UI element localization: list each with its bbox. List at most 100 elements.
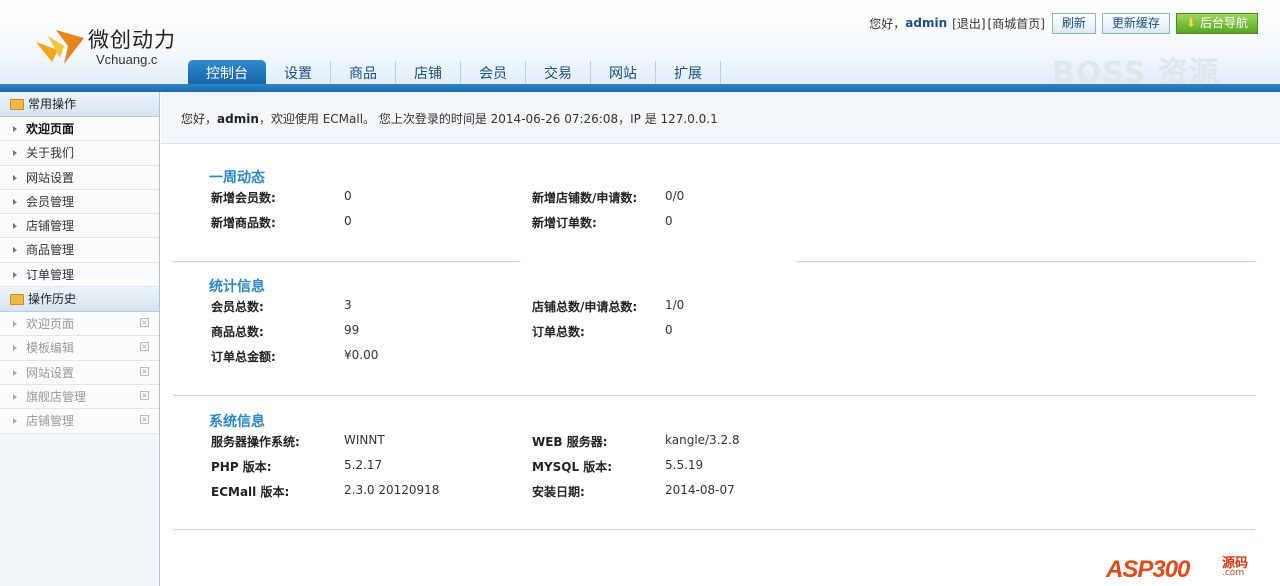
close-icon[interactable]: ×: [140, 390, 149, 400]
section-divider: [173, 529, 1255, 530]
folder-icon: [10, 294, 24, 306]
sidebar-item-stores[interactable]: 店铺管理: [0, 214, 159, 239]
sidebar-common-header[interactable]: 常用操作: [0, 92, 159, 117]
info-row: 新增会员数: 0 新增店铺数/申请数: 0/0: [173, 189, 1255, 214]
stats-title: 统计信息: [209, 279, 265, 295]
weekly-section: 一周动态 新增会员数: 0 新增店铺数/申请数: 0/0 新增商品数: 0 新增…: [173, 167, 1255, 239]
sidebar-item-goods[interactable]: 商品管理: [0, 238, 159, 263]
info-label: 订单总金额:: [211, 350, 276, 364]
triangle-right-icon: [13, 223, 17, 230]
header: 微创动力 Vchuang.c 您好， admin [退出] [商城首页] 刷新 …: [0, 0, 1280, 92]
triangle-right-icon: [13, 345, 17, 352]
brand-logo[interactable]: 微创动力 Vchuang.c: [34, 24, 194, 70]
info-label: MYSQL 版本:: [532, 460, 613, 474]
sidebar-item-label: 网站设置: [26, 170, 75, 185]
update-cache-button[interactable]: 更新缓存: [1101, 12, 1170, 34]
info-value: kangle/3.2.8: [665, 433, 740, 447]
v-wing-logo-icon: [36, 30, 84, 64]
sysinfo-section: 系统信息 服务器操作系统: WINNT WEB 服务器: kangle/3.2.…: [173, 411, 1255, 508]
folder-icon: [10, 99, 24, 110]
info-label: 新增商品数:: [211, 216, 276, 230]
info-value: 0: [665, 214, 673, 228]
info-label: WEB 服务器:: [532, 435, 608, 449]
sidebar-history-title: 操作历史: [28, 292, 77, 307]
info-value: 99: [344, 323, 360, 337]
welcome-user: admin: [217, 112, 259, 126]
brand-sub: Vchuang.c: [96, 52, 158, 67]
sidebar-item-label: 会员管理: [26, 194, 75, 209]
triangle-right-icon: [13, 369, 17, 376]
sysinfo-title: 系统信息: [209, 414, 265, 430]
down-arrow-icon: ⬇: [1185, 15, 1196, 30]
info-label: 店铺总数/申请总数:: [532, 300, 638, 314]
sidebar-item-members[interactable]: 会员管理: [0, 189, 159, 215]
triangle-right-icon: [13, 418, 17, 425]
info-value: 0: [344, 189, 352, 203]
history-item[interactable]: 模板编辑 ×: [0, 336, 159, 361]
brand-name: 微创动力: [88, 28, 176, 52]
close-icon[interactable]: ×: [140, 366, 149, 376]
info-row: 服务器操作系统: WINNT WEB 服务器: kangle/3.2.8: [173, 433, 1255, 458]
triangle-right-icon: [13, 150, 17, 157]
triangle-right-icon: [13, 271, 17, 278]
history-item[interactable]: 旗舰店管理 ×: [0, 384, 159, 410]
info-value: 1/0: [665, 298, 685, 312]
close-icon[interactable]: ×: [140, 318, 149, 328]
stats-section: 统计信息 会员总数: 3 店铺总数/申请总数: 1/0 商品总数: 99 订单总…: [173, 276, 1255, 373]
info-row: 商品总数: 99 订单总数: 0: [173, 323, 1255, 348]
info-label: 商品总数:: [211, 325, 264, 339]
admin-nav-button[interactable]: ⬇ 后台导航: [1175, 12, 1258, 34]
info-value: ¥0.00: [344, 348, 379, 362]
info-label: ECMall 版本:: [211, 485, 290, 499]
triangle-right-icon: [13, 126, 17, 132]
greeting-text: 您好，: [869, 16, 906, 31]
logout-link[interactable]: [退出]: [952, 15, 985, 32]
history-item-label: 旗舰店管理: [26, 389, 87, 404]
header-bottom-bar: [0, 84, 1280, 92]
info-row: PHP 版本: 5.2.17 MYSQL 版本: 5.5.19: [173, 458, 1255, 483]
history-item[interactable]: 欢迎页面 ×: [0, 312, 159, 337]
asp300-logo: ASP300 源码 .com: [1106, 552, 1266, 583]
history-item-label: 店铺管理: [26, 414, 75, 429]
sidebar-item-label: 店铺管理: [26, 219, 75, 234]
section-divider: [797, 261, 1255, 262]
info-value: 5.5.19: [665, 458, 704, 472]
asp300-logo-com: .com: [1222, 568, 1245, 578]
info-value: 2.3.0 20120918: [344, 483, 440, 497]
history-item-label: 模板编辑: [26, 341, 75, 356]
history-item[interactable]: 店铺管理 ×: [0, 409, 159, 434]
sidebar-history-header[interactable]: 操作历史: [0, 287, 159, 313]
sidebar-item-orders[interactable]: 订单管理: [0, 262, 159, 288]
sidebar-item-label: 订单管理: [26, 267, 75, 282]
info-value: 2014-08-07: [665, 483, 735, 497]
refresh-button[interactable]: 刷新: [1051, 12, 1096, 34]
welcome-bar: 您好，admin，欢迎使用 ECMall。 您上次登录的时间是 2014-06-…: [161, 92, 1280, 144]
section-divider: [173, 395, 1255, 396]
close-icon[interactable]: ×: [140, 415, 149, 425]
welcome-message: ，欢迎使用 ECMall。 您上次登录的时间是 2014-06-26 07:26…: [258, 112, 718, 126]
welcome-prefix: 您好，: [181, 112, 218, 126]
triangle-right-icon: [13, 174, 17, 181]
history-item-label: 欢迎页面: [26, 317, 75, 332]
asp300-logo-text: ASP300: [1106, 556, 1190, 583]
info-label: 会员总数:: [211, 300, 264, 314]
admin-nav-label: 后台导航: [1199, 15, 1248, 30]
sidebar-item-site-settings[interactable]: 网站设置: [0, 165, 159, 190]
sidebar-item-about[interactable]: 关于我们: [0, 141, 159, 166]
top-user-info: 您好， admin [退出] [商城首页] 刷新 更新缓存 ⬇ 后台导航: [869, 12, 1258, 34]
info-value: 0/0: [665, 189, 685, 203]
sidebar: 常用操作 欢迎页面 关于我们 网站设置 会员管理 店铺管理 商品管理 订单管理 …: [0, 92, 160, 586]
info-row: 会员总数: 3 店铺总数/申请总数: 1/0: [173, 298, 1255, 323]
close-icon[interactable]: ×: [140, 342, 149, 352]
info-row: 新增商品数: 0 新增订单数: 0: [173, 214, 1255, 239]
info-value: 0: [665, 323, 673, 337]
sidebar-item-label: 商品管理: [26, 243, 75, 258]
sidebar-item-label: 关于我们: [26, 146, 75, 161]
sidebar-item-label: 欢迎页面: [26, 122, 75, 136]
info-row: ECMall 版本: 2.3.0 20120918 安装日期: 2014-08-…: [173, 483, 1255, 508]
history-item[interactable]: 网站设置 ×: [0, 360, 159, 385]
sidebar-item-welcome[interactable]: 欢迎页面: [0, 117, 159, 142]
info-label: 安装日期:: [532, 485, 585, 499]
triangle-right-icon: [13, 198, 17, 205]
store-home-link[interactable]: [商城首页]: [988, 15, 1045, 32]
